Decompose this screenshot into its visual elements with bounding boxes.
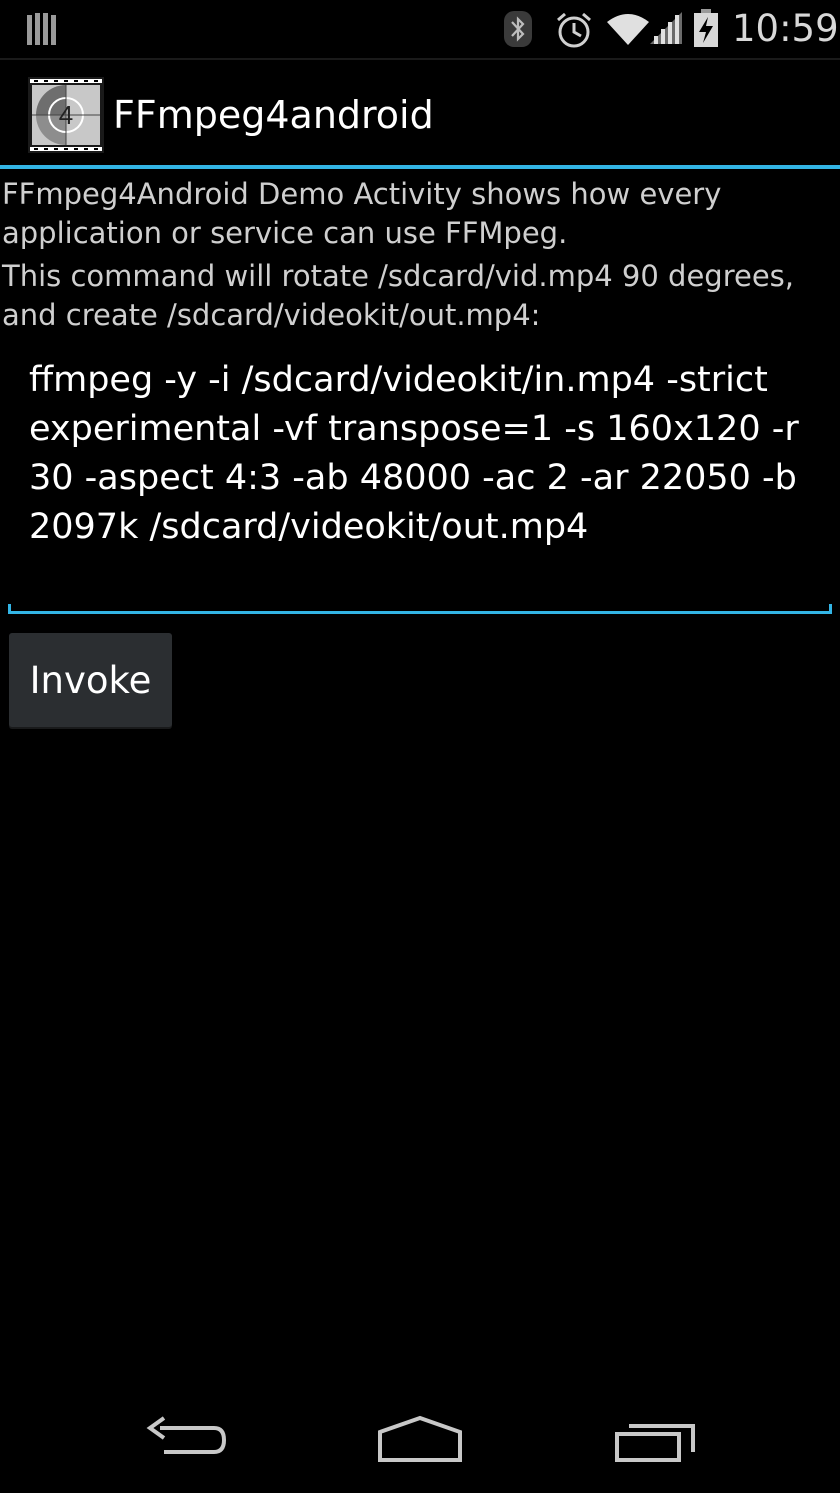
notification-bars-icon [27, 13, 56, 45]
command-info-text: This command will rotate /sdcard/vid.mp4… [2, 259, 794, 332]
status-bar: 10:59 [0, 0, 840, 60]
description-text: FFmpeg4Android Demo Activity shows how e… [2, 177, 722, 250]
command-input-value[interactable]: ffmpeg -y -i /sdcard/videokit/in.mp4 -st… [29, 356, 819, 552]
app-title: FFmpeg4android [113, 93, 434, 137]
command-input-underline [8, 604, 832, 614]
film-countdown-icon: 4 [28, 77, 104, 153]
recent-apps-icon[interactable] [613, 1418, 699, 1462]
svg-text:4: 4 [59, 100, 73, 130]
navigation-bar [0, 1380, 840, 1493]
bluetooth-icon [504, 11, 532, 47]
command-input[interactable]: ffmpeg -y -i /sdcard/videokit/in.mp4 -st… [8, 352, 832, 614]
home-icon[interactable] [374, 1414, 466, 1462]
alarm-icon [557, 12, 591, 48]
wifi-icon [607, 14, 649, 45]
action-bar: 4 FFmpeg4android [0, 60, 840, 169]
battery-charging-icon [694, 9, 718, 47]
screen: 10:59 4 FFmpeg4android FFmpeg4Android De… [0, 0, 840, 1493]
invoke-button[interactable]: Invoke [9, 633, 172, 727]
status-time: 10:59 [732, 7, 839, 50]
signal-icon [650, 12, 682, 44]
back-icon[interactable] [146, 1416, 228, 1462]
